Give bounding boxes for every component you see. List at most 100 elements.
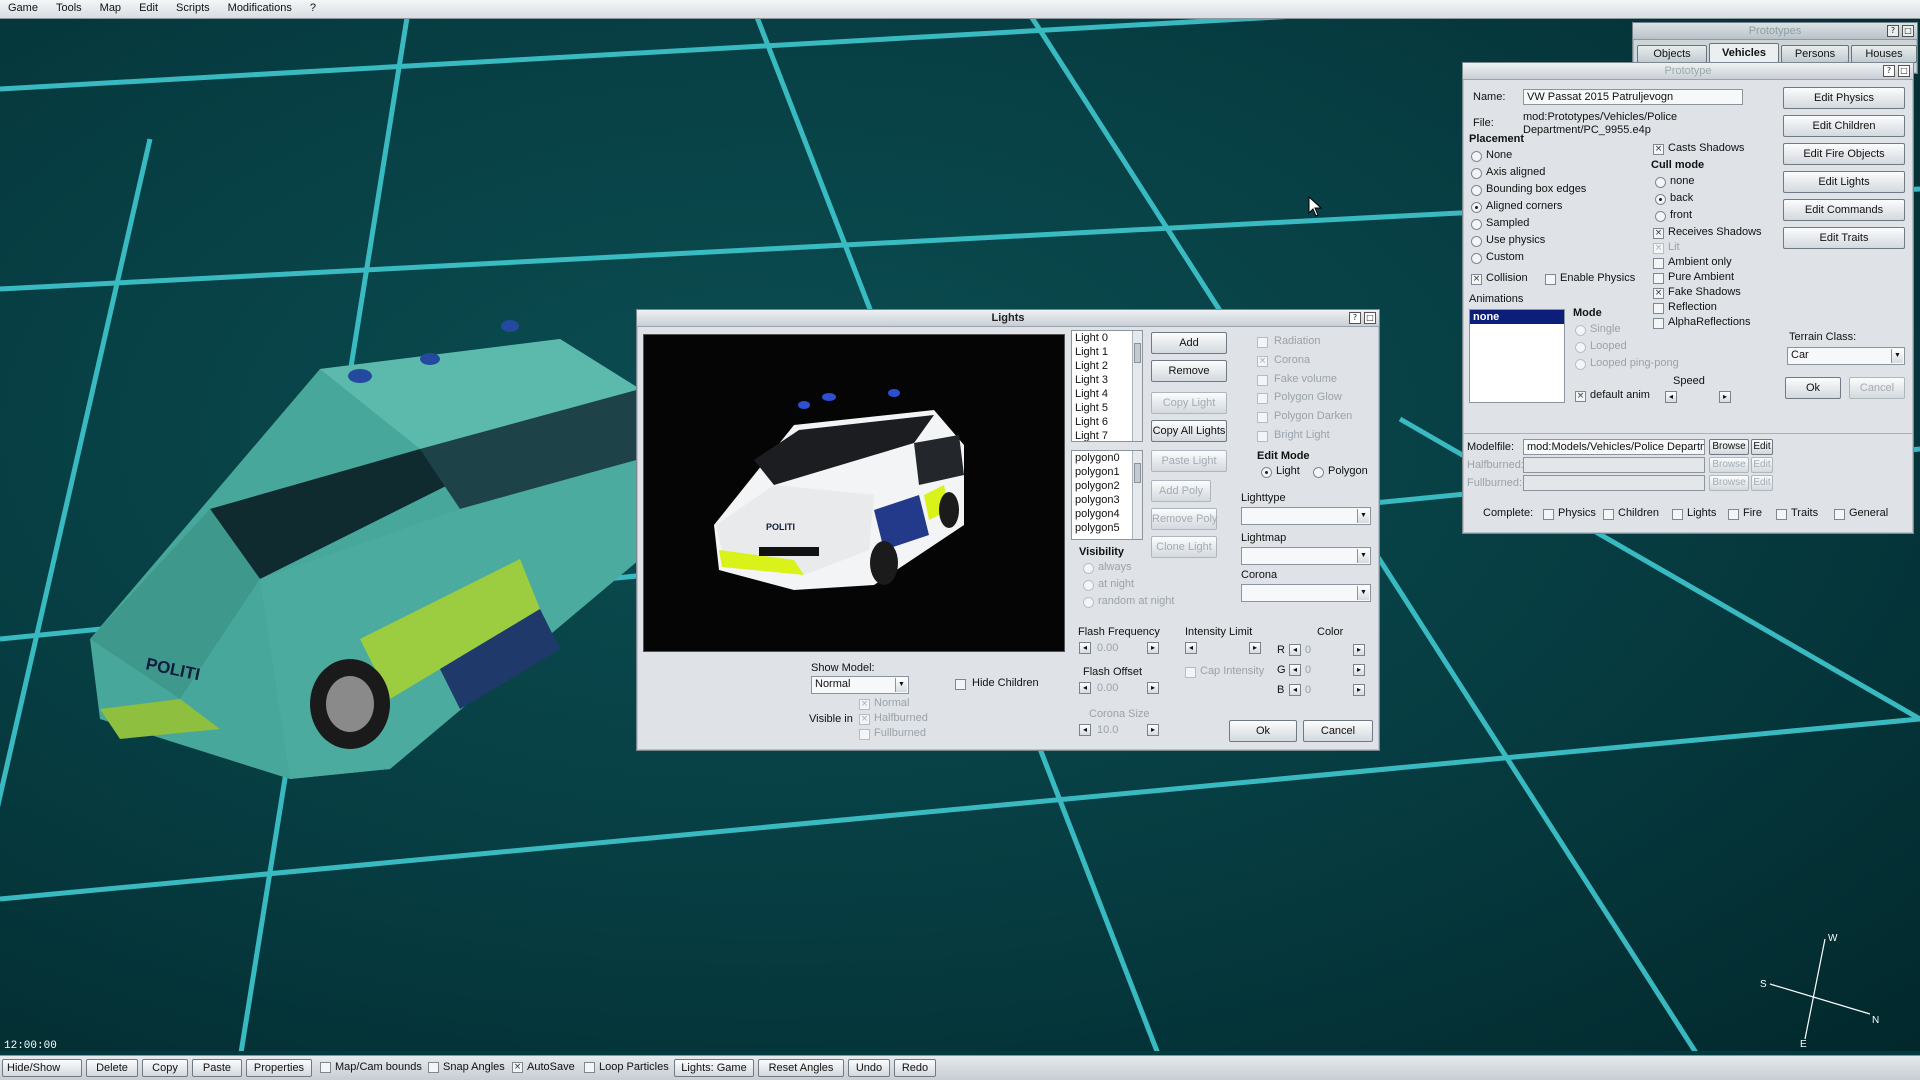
color-r-decrease-icon[interactable]: ◂: [1289, 644, 1301, 656]
delete-button[interactable]: Delete: [86, 1059, 138, 1077]
intensity-decrease-icon[interactable]: ◂: [1185, 642, 1197, 654]
edit-mode-light-radio[interactable]: [1261, 467, 1272, 478]
polygon-scrollbar[interactable]: [1132, 451, 1142, 539]
menu-map[interactable]: Map: [92, 0, 131, 18]
visible-fullburned-checkbox[interactable]: [859, 729, 870, 740]
undo-button[interactable]: Undo: [848, 1059, 890, 1077]
prototype-ok-button[interactable]: Ok: [1785, 377, 1841, 399]
snap-angles-checkbox[interactable]: [428, 1062, 439, 1073]
color-g-increase-icon[interactable]: ▸: [1353, 664, 1365, 676]
add-light-button[interactable]: Add: [1151, 332, 1227, 354]
fake-volume-checkbox[interactable]: [1257, 375, 1268, 386]
placement-axis-radio[interactable]: [1471, 168, 1482, 179]
color-b-increase-icon[interactable]: ▸: [1353, 684, 1365, 696]
flash-offset-increase-icon[interactable]: ▸: [1147, 682, 1159, 694]
visibility-always-radio[interactable]: [1083, 563, 1094, 574]
vehicle-model[interactable]: POLITI: [60, 309, 660, 789]
properties-button[interactable]: Properties: [246, 1059, 312, 1077]
loop-particles-checkbox[interactable]: [584, 1062, 595, 1073]
collision-checkbox[interactable]: ×: [1471, 274, 1482, 285]
halfburned-input[interactable]: [1523, 457, 1705, 473]
animation-item[interactable]: none: [1470, 310, 1564, 324]
tab-vehicles[interactable]: Vehicles: [1709, 43, 1779, 63]
halfburned-edit-button[interactable]: Edit: [1751, 457, 1773, 473]
tab-persons[interactable]: Persons: [1781, 45, 1849, 63]
edit-children-button[interactable]: Edit Children: [1783, 115, 1905, 137]
lights-cancel-button[interactable]: Cancel: [1303, 720, 1373, 742]
fullburned-edit-button[interactable]: Edit: [1751, 475, 1773, 491]
corona-checkbox[interactable]: ×: [1257, 356, 1268, 367]
tab-objects[interactable]: Objects: [1637, 45, 1707, 63]
lights-ok-button[interactable]: Ok: [1229, 720, 1297, 742]
reflection-checkbox[interactable]: [1653, 303, 1664, 314]
ambient-only-checkbox[interactable]: [1653, 258, 1664, 269]
intensity-increase-icon[interactable]: ▸: [1249, 642, 1261, 654]
lights-list[interactable]: Light 0 Light 1 Light 2 Light 3 Light 4 …: [1071, 330, 1143, 442]
lights-title[interactable]: Lights: [637, 310, 1379, 327]
remove-poly-button[interactable]: Remove Poly: [1151, 508, 1217, 530]
help-icon[interactable]: ?: [1349, 312, 1361, 324]
edit-commands-button[interactable]: Edit Commands: [1783, 199, 1905, 221]
mode-single-radio[interactable]: [1575, 325, 1586, 336]
pure-ambient-checkbox[interactable]: [1653, 273, 1664, 284]
fullburned-browse-button[interactable]: Browse: [1709, 475, 1749, 491]
prototypes-title[interactable]: Prototypes: [1633, 23, 1917, 40]
autosave-checkbox[interactable]: ×: [512, 1062, 523, 1073]
menu-game[interactable]: Game: [0, 0, 48, 18]
cull-none-radio[interactable]: [1655, 177, 1666, 188]
close-icon[interactable]: □: [1898, 65, 1910, 77]
bright-light-checkbox[interactable]: [1257, 431, 1268, 442]
radiation-checkbox[interactable]: [1257, 337, 1268, 348]
animations-list[interactable]: none: [1469, 309, 1565, 403]
modelfile-browse-button[interactable]: Browse: [1709, 439, 1749, 455]
edit-mode-polygon-radio[interactable]: [1313, 467, 1324, 478]
cap-intensity-checkbox[interactable]: [1185, 667, 1196, 678]
menu-help[interactable]: ?: [302, 0, 326, 18]
menu-edit[interactable]: Edit: [131, 0, 168, 18]
edit-fire-objects-button[interactable]: Edit Fire Objects: [1783, 143, 1905, 165]
flash-frequency-decrease-icon[interactable]: ◂: [1079, 642, 1091, 654]
visible-normal-checkbox[interactable]: ×: [859, 699, 870, 710]
name-input[interactable]: VW Passat 2015 Patruljevogn: [1523, 89, 1743, 105]
show-model-select[interactable]: Normal ▼: [811, 676, 909, 694]
placement-bbox-radio[interactable]: [1471, 185, 1482, 196]
close-icon[interactable]: □: [1902, 25, 1914, 37]
visible-halfburned-checkbox[interactable]: ×: [859, 714, 870, 725]
prototype-title[interactable]: Prototype: [1463, 63, 1913, 80]
placement-none-radio[interactable]: [1471, 151, 1482, 162]
color-b-decrease-icon[interactable]: ◂: [1289, 684, 1301, 696]
polygon-list[interactable]: polygon0 polygon1 polygon2 polygon3 poly…: [1071, 450, 1143, 540]
edit-traits-button[interactable]: Edit Traits: [1783, 227, 1905, 249]
prototype-cancel-button[interactable]: Cancel: [1849, 377, 1905, 399]
reset-angles-button[interactable]: Reset Angles: [758, 1059, 844, 1077]
paste-button[interactable]: Paste: [192, 1059, 242, 1077]
placement-aligned-radio[interactable]: [1471, 202, 1482, 213]
menu-tools[interactable]: Tools: [48, 0, 92, 18]
color-g-decrease-icon[interactable]: ◂: [1289, 664, 1301, 676]
add-poly-button[interactable]: Add Poly: [1151, 480, 1211, 502]
map-cam-bounds-checkbox[interactable]: [320, 1062, 331, 1073]
polygon-glow-checkbox[interactable]: [1257, 393, 1268, 404]
terrain-class-select[interactable]: Car ▼: [1787, 347, 1905, 365]
fullburned-input[interactable]: [1523, 475, 1705, 491]
redo-button[interactable]: Redo: [894, 1059, 936, 1077]
modelfile-edit-button[interactable]: Edit: [1751, 439, 1773, 455]
remove-light-button[interactable]: Remove: [1151, 360, 1227, 382]
placement-sampled-radio[interactable]: [1471, 219, 1482, 230]
alpha-reflections-checkbox[interactable]: [1653, 318, 1664, 329]
copy-all-lights-button[interactable]: Copy All Lights: [1151, 420, 1227, 442]
receives-shadows-checkbox[interactable]: ×: [1653, 228, 1664, 239]
halfburned-browse-button[interactable]: Browse: [1709, 457, 1749, 473]
default-anim-checkbox[interactable]: ×: [1575, 391, 1586, 402]
edit-physics-button[interactable]: Edit Physics: [1783, 87, 1905, 109]
corona-size-decrease-icon[interactable]: ◂: [1079, 724, 1091, 736]
speed-decrease-icon[interactable]: ◂: [1665, 391, 1677, 403]
flash-offset-decrease-icon[interactable]: ◂: [1079, 682, 1091, 694]
color-r-increase-icon[interactable]: ▸: [1353, 644, 1365, 656]
lights-scrollbar[interactable]: [1132, 331, 1142, 441]
enable-physics-checkbox[interactable]: [1545, 274, 1556, 285]
cull-front-radio[interactable]: [1655, 211, 1666, 222]
visibility-night-radio[interactable]: [1083, 580, 1094, 591]
copy-button[interactable]: Copy: [142, 1059, 188, 1077]
menu-scripts[interactable]: Scripts: [168, 0, 220, 18]
